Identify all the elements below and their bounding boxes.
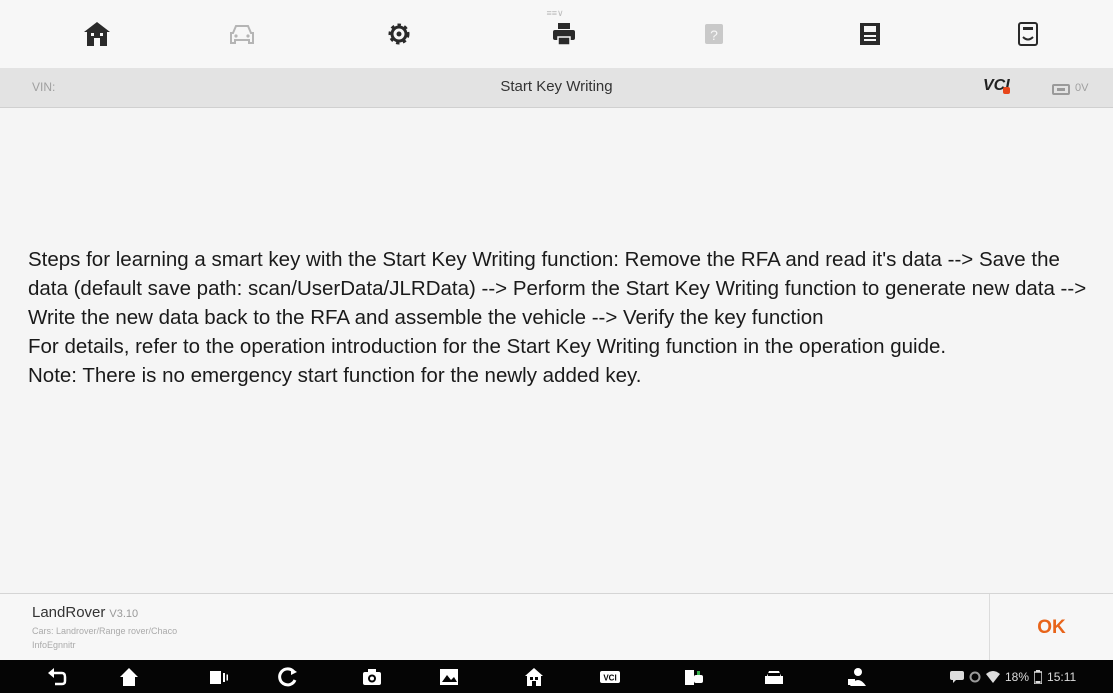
gallery-button[interactable] [437, 666, 461, 688]
home-icon [84, 22, 110, 46]
help-button[interactable]: ? [694, 14, 734, 54]
clock: 15:11 [1047, 670, 1077, 684]
battery-percentage: 18% [1005, 670, 1030, 684]
svg-text:VCI: VCI [603, 674, 616, 683]
page-title: Start Key Writing [500, 78, 613, 95]
vci-connection-indicator [1003, 87, 1010, 94]
home-icon [525, 668, 543, 686]
settings-button[interactable] [379, 14, 419, 54]
sync-icon [969, 671, 981, 683]
battery-icon [1034, 670, 1043, 684]
technician-button[interactable] [845, 666, 869, 688]
screenshot-button[interactable] [360, 666, 384, 688]
instruction-message: Steps for learning a smart key with the … [28, 245, 1103, 390]
home-button[interactable] [77, 14, 117, 54]
refresh-icon [278, 667, 297, 687]
ok-button[interactable]: OK [990, 594, 1113, 661]
refresh-button[interactable] [276, 666, 300, 688]
vehicle-button[interactable] [222, 14, 262, 54]
fuel-car-button[interactable] [682, 666, 706, 688]
print-button[interactable] [544, 14, 584, 54]
vehicle-brand: LandRover [32, 604, 106, 621]
save-button[interactable] [850, 14, 890, 54]
message-icon [950, 671, 964, 683]
report-button[interactable] [1008, 14, 1048, 54]
wifi-icon [986, 671, 1000, 683]
instruction-note-text: Note: There is no emergency start functi… [28, 364, 642, 387]
message-panel: Steps for learning a smart key with the … [0, 108, 1113, 593]
system-navigation-bar: VCI 18% 15:11 [0, 660, 1113, 693]
save-icon [860, 23, 880, 45]
diagnosis-home-button[interactable] [522, 666, 546, 688]
title-bar: VIN: Start Key Writing VCI 0V [0, 68, 1113, 108]
top-toolbar: ≡≡∨ ? [0, 0, 1113, 68]
gear-icon [388, 23, 410, 45]
instruction-steps-text: Steps for learning a smart key with the … [28, 248, 1087, 329]
vehicle-system-info: InfoEgnnitr [32, 640, 76, 650]
gallery-icon [440, 669, 458, 685]
instruction-details-text: For details, refer to the operation intr… [28, 335, 947, 358]
svg-text:?: ? [710, 27, 718, 43]
back-icon [48, 668, 67, 686]
android-home-button[interactable] [117, 666, 141, 688]
printer-icon [553, 23, 575, 46]
car-icon [765, 671, 783, 684]
vehicle-info: LandRover V3.10 [32, 604, 138, 621]
battery-icon [1052, 84, 1070, 95]
vci-icon: VCI [600, 671, 620, 683]
status-tray: 18% 15:11 [950, 668, 1113, 686]
help-icon: ? [705, 24, 723, 44]
home-icon [120, 668, 138, 686]
back-button[interactable] [45, 666, 69, 688]
technician-icon [848, 668, 866, 686]
report-icon [1018, 22, 1038, 46]
vehicle-menu-button[interactable] [762, 666, 786, 688]
battery-voltage: 0V [1075, 82, 1089, 94]
camera-icon [363, 669, 381, 685]
recent-apps-icon [210, 671, 228, 684]
software-version: V3.10 [109, 608, 139, 620]
recent-apps-button[interactable] [206, 666, 230, 688]
vci-button[interactable]: VCI [598, 666, 622, 688]
car-icon [230, 25, 254, 44]
vehicle-path: Cars: Landrover/Range rover/Chaco [32, 626, 178, 636]
car-fuel-icon [685, 670, 703, 685]
footer-bar: LandRover V3.10 Cars: Landrover/Range rov… [0, 593, 1113, 661]
